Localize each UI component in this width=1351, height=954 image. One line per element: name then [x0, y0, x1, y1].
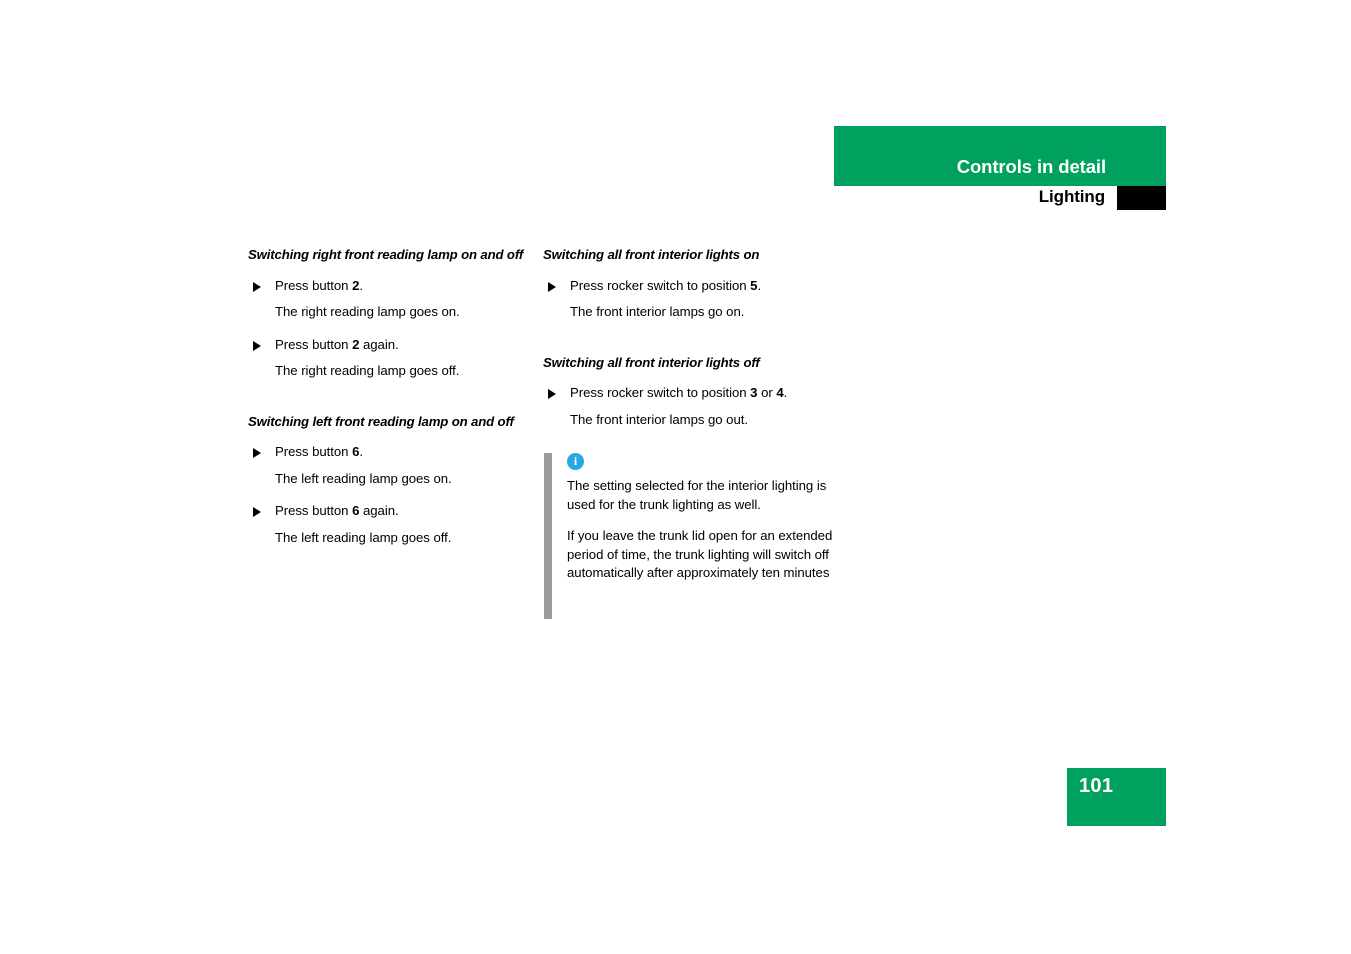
step-result: The front interior lamps go out.: [570, 411, 748, 427]
step-text-after: .: [359, 444, 363, 459]
step-result: The left reading lamp goes on.: [275, 470, 452, 486]
section-thumb-index-marker: [1117, 186, 1166, 210]
step-text-before: Press button: [275, 277, 353, 293]
instruction-step: Press rocker switch to position 5.: [543, 277, 833, 296]
page-number: 101: [1079, 775, 1114, 797]
step-result: The right reading lamp goes off.: [275, 363, 460, 378]
step-text-after: again.: [359, 503, 399, 518]
step-text-before: Press button: [275, 503, 353, 518]
instruction-step: Press button 2 again.: [248, 336, 528, 355]
left-text-column: Switching right front reading lamp on an…: [248, 246, 528, 561]
step-text-after: .: [359, 277, 363, 293]
triangle-right-icon: [253, 507, 261, 517]
step-result: The left reading lamp goes off.: [275, 529, 452, 545]
step-text-before: Press rocker switch to position: [570, 277, 751, 293]
triangle-right-icon: [253, 340, 261, 351]
triangle-right-icon: [253, 281, 261, 292]
right-text-column: Switching all front interior lights on P…: [543, 246, 833, 619]
instruction-step: Press rocker switch to position 3 or 4.: [543, 384, 833, 403]
step-emphasis-secondary: 4: [776, 385, 784, 400]
sub-heading: Switching right front reading lamp on an…: [248, 247, 524, 262]
info-note-box: i The setting selected for the interior …: [543, 453, 833, 619]
section-right-reading-lamp: Switching right front reading lamp on an…: [248, 246, 528, 381]
section-left-reading-lamp: Switching left front reading lamp on and…: [248, 413, 528, 548]
step-text-before: Press rocker switch to position: [570, 385, 751, 400]
instruction-step: Press button 2.: [248, 277, 528, 296]
instruction-step: Press button 6 again.: [248, 502, 528, 521]
section-interior-lights-off: Switching all front interior lights off …: [543, 354, 833, 430]
triangle-right-icon: [548, 281, 556, 292]
chapter-header-bar: Controls in detail: [834, 126, 1166, 186]
note-paragraph: The setting selected for the interior li…: [567, 478, 827, 512]
page-number-box: 101: [1067, 768, 1166, 826]
step-text-before: Press button: [275, 444, 353, 459]
triangle-right-icon: [548, 389, 556, 399]
instruction-step: Press button 6.: [248, 443, 528, 462]
note-accent-bar: [544, 453, 552, 619]
chapter-title: Controls in detail: [956, 156, 1106, 177]
step-text-after: again.: [359, 336, 399, 352]
section-interior-lights-on: Switching all front interior lights on P…: [543, 246, 833, 322]
sub-heading: Switching left front reading lamp on and…: [248, 413, 514, 429]
note-paragraph: If you leave the trunk lid open for an e…: [567, 528, 833, 580]
info-icon: i: [567, 453, 584, 470]
triangle-right-icon: [253, 448, 261, 458]
sub-heading: Switching all front interior lights on: [543, 247, 760, 262]
section-title: Lighting: [1038, 187, 1105, 206]
step-text-after: .: [783, 385, 788, 400]
section-header-row: Lighting: [834, 186, 1166, 210]
step-result: The right reading lamp goes on.: [275, 304, 460, 319]
step-result: The front interior lamps go on.: [570, 304, 745, 319]
step-text-after: .: [757, 277, 762, 293]
sub-heading: Switching all front interior lights off: [543, 354, 760, 370]
step-text-middle: or: [757, 385, 777, 400]
step-text-before: Press button: [275, 336, 353, 352]
